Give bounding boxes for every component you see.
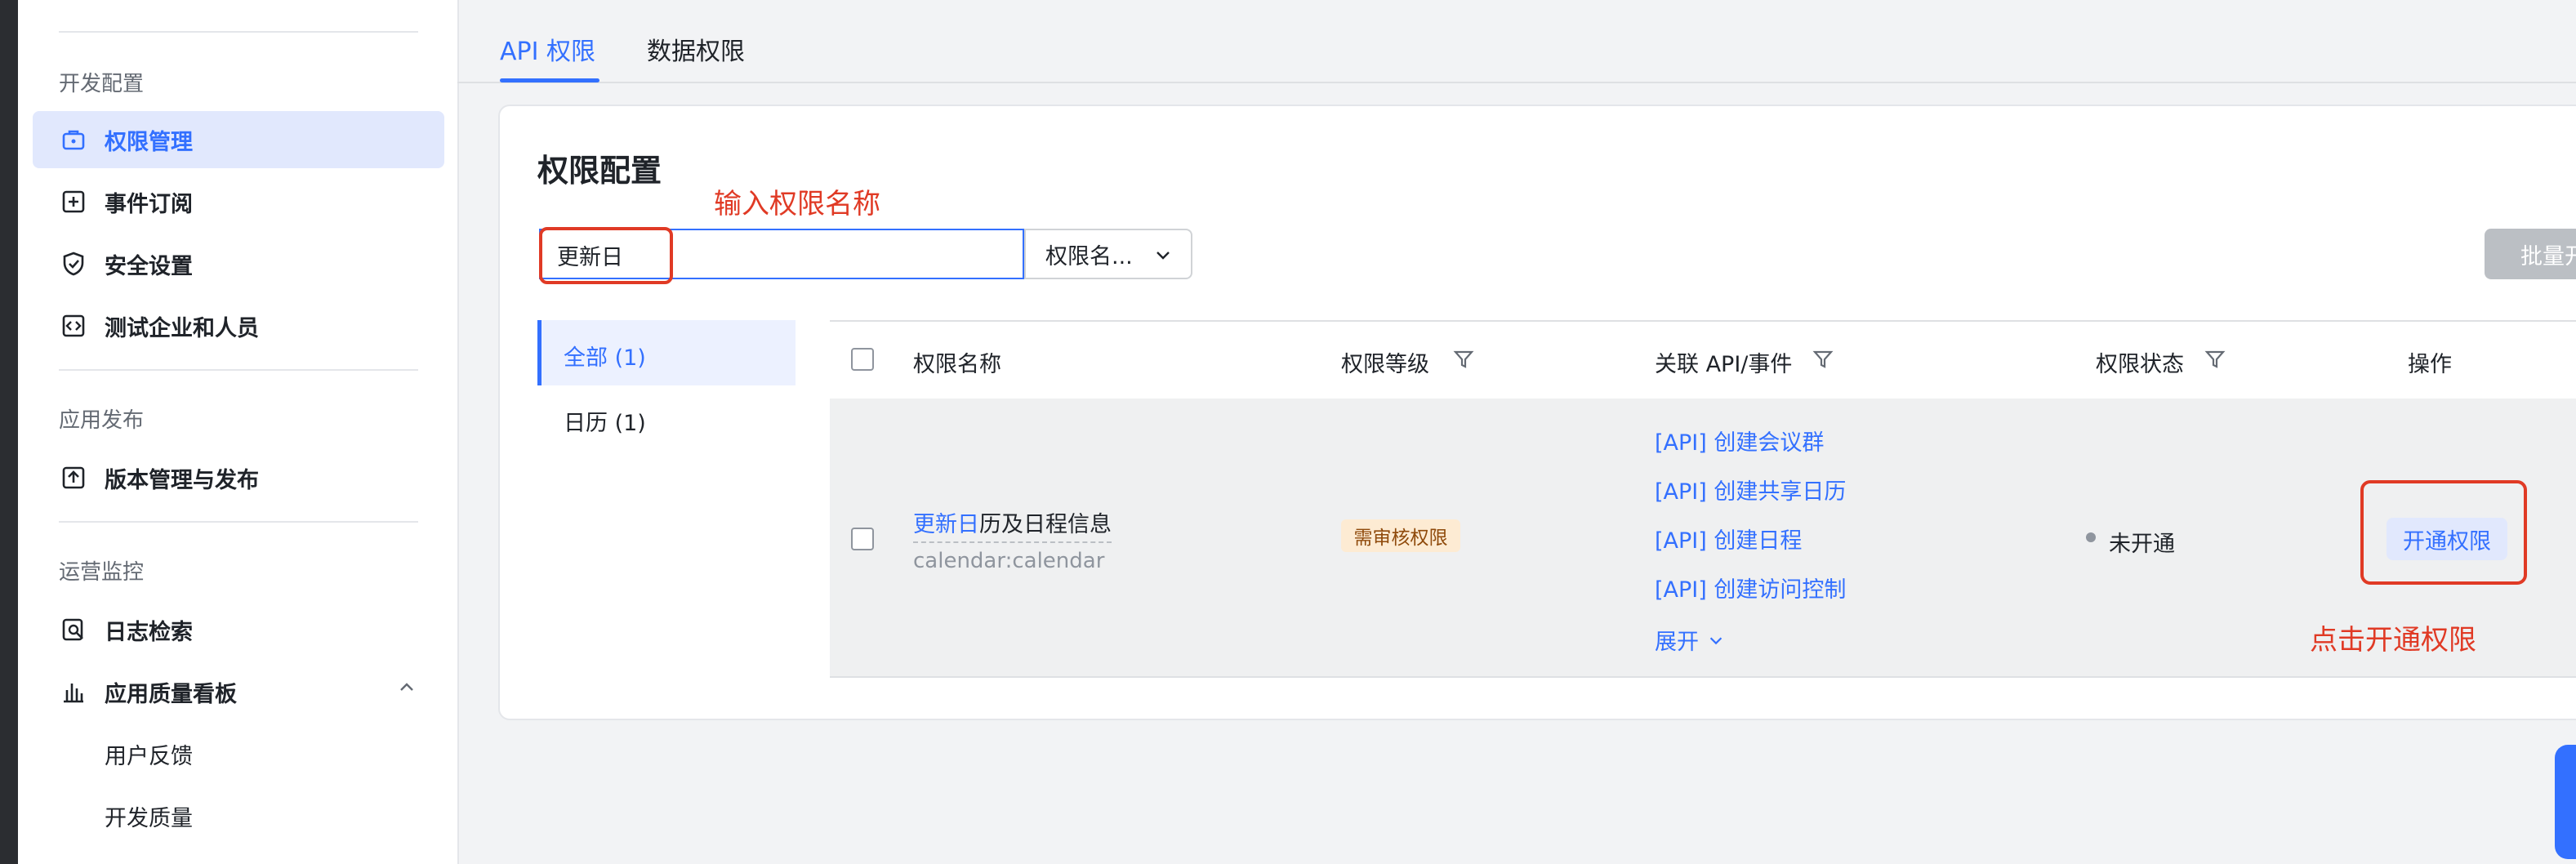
row-checkbox[interactable] [851, 528, 874, 550]
log-search-icon [59, 615, 88, 644]
column-header-action: 操作 [2408, 352, 2452, 377]
sidebar-divider [59, 521, 418, 523]
sidebar-divider [59, 31, 418, 33]
filter-icon[interactable] [1452, 348, 1475, 374]
sidebar-item-label: 日志检索 [105, 619, 193, 645]
permission-name-rest: 历及日程信息 [979, 512, 1112, 537]
permission-name-highlight: 更新日 [913, 512, 979, 537]
sidebar-subitem-user-feedback[interactable]: 用户反馈 [105, 738, 193, 770]
upload-icon [59, 463, 88, 492]
sidebar-subitem-dev-quality[interactable]: 开发质量 [105, 800, 193, 832]
category-item-calendar[interactable]: 日历 (1) [564, 405, 646, 437]
event-plus-icon [59, 187, 88, 216]
sidebar-item-label: 权限管理 [105, 129, 193, 155]
sidebar-item-security-settings[interactable]: 安全设置 [33, 235, 444, 292]
sidebar-item-event-subscription[interactable]: 事件订阅 [33, 173, 444, 230]
annotation-box-enable [2360, 480, 2527, 585]
select-label: 权限名... [1045, 243, 1133, 269]
sidebar-group-app-release: 应用发布 [59, 408, 145, 433]
chevron-down-icon [1157, 252, 1170, 260]
annotation-box-search [539, 227, 673, 284]
tab-active-indicator [500, 78, 599, 82]
api-link[interactable]: [API] 创建会议群 [1655, 425, 1824, 456]
expand-button[interactable]: 展开 [1655, 624, 1725, 656]
annotation-click-hint: 点击开通权限 [2310, 624, 2476, 657]
batch-enable-button[interactable]: 批量开 [2485, 229, 2576, 279]
status-badge: 需审核权限 [1341, 519, 1460, 552]
bar-chart-icon [59, 677, 88, 706]
page-title: 权限配置 [537, 153, 662, 189]
sidebar-item-label: 测试企业和人员 [105, 315, 259, 341]
api-link[interactable]: [API] 创建访问控制 [1655, 572, 1846, 603]
sidebar-item-label: 事件订阅 [105, 191, 193, 217]
annotation-input-hint: 输入权限名称 [714, 188, 880, 220]
column-header-level: 权限等级 [1341, 352, 1429, 377]
sidebar-item-app-quality[interactable]: 应用质量看板 [33, 663, 444, 720]
status-dot [2086, 532, 2096, 542]
filter-icon[interactable] [1812, 348, 1834, 374]
api-link[interactable]: [API] 创建日程 [1655, 523, 1802, 554]
floating-side-tab[interactable] [2555, 745, 2576, 859]
sidebar-item-label: 版本管理与发布 [105, 467, 259, 493]
sidebar-item-permission-management[interactable]: 权限管理 [33, 111, 444, 168]
tab-data-permission[interactable]: 数据权限 [647, 31, 745, 67]
chevron-down-icon [1709, 636, 1723, 644]
sidebar-item-label: 安全设置 [105, 253, 193, 279]
chevron-up-icon[interactable] [397, 678, 417, 701]
shield-icon [59, 249, 88, 278]
search-scope-select[interactable]: 权限名... [1024, 229, 1192, 279]
permission-name[interactable]: 更新日历及日程信息 [913, 506, 1112, 543]
sidebar-group-dev-config: 开发配置 [59, 72, 145, 96]
left-window-strip [0, 0, 18, 864]
sidebar-divider [59, 369, 418, 371]
column-header-name: 权限名称 [913, 352, 1001, 377]
sidebar-group-ops-monitor: 运营监控 [59, 560, 145, 585]
select-all-checkbox[interactable] [851, 348, 874, 371]
api-link[interactable]: [API] 创建共享日历 [1655, 474, 1846, 505]
column-header-api: 关联 API/事件 [1655, 352, 1793, 377]
tabs-divider [457, 82, 2576, 83]
sidebar-item-label: 应用质量看板 [105, 681, 237, 707]
sidebar-item-log-search[interactable]: 日志检索 [33, 601, 444, 658]
permission-briefcase-icon [59, 125, 88, 154]
column-header-status: 权限状态 [2096, 352, 2184, 377]
category-item-all[interactable]: 全部 (1) [564, 340, 646, 372]
sidebar-item-version-release[interactable]: 版本管理与发布 [33, 449, 444, 506]
permission-scope: calendar:calendar [913, 549, 1105, 573]
permission-status: 未开通 [2109, 532, 2175, 557]
expand-label: 展开 [1655, 630, 1699, 655]
filter-icon[interactable] [2204, 348, 2226, 374]
sidebar-item-test-company[interactable]: 测试企业和人员 [33, 297, 444, 354]
code-icon [59, 311, 88, 341]
tab-api-permission[interactable]: API 权限 [500, 31, 595, 67]
